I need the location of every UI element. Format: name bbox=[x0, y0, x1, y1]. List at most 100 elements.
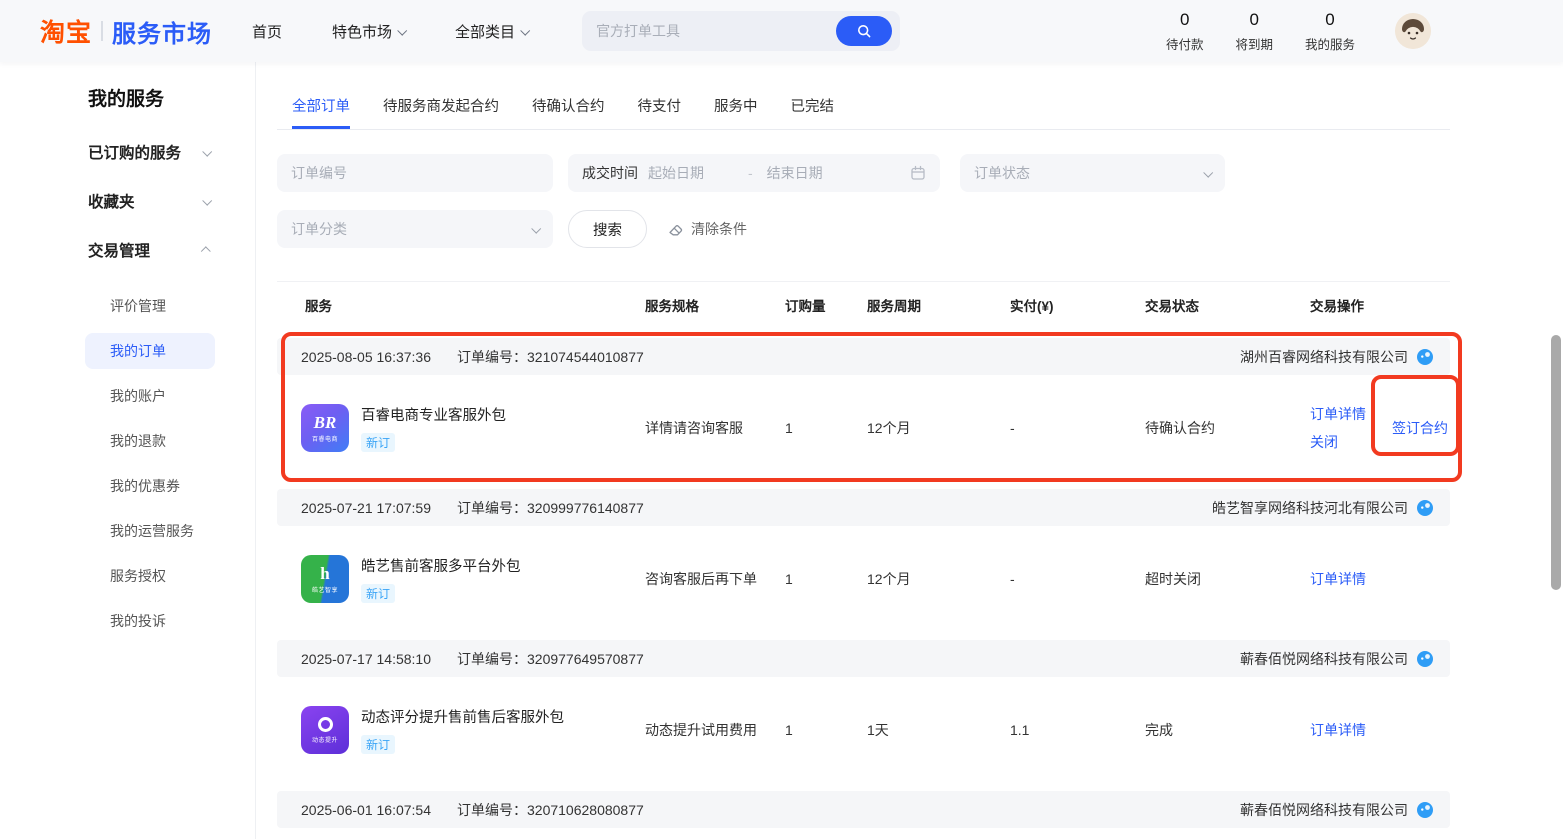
sidebar-item-review-management[interactable]: 评价管理 bbox=[85, 288, 215, 324]
order-group-4: 2025-06-01 16:07:54 订单编号：320710628080877… bbox=[277, 791, 1450, 828]
col-status: 交易状态 bbox=[1145, 295, 1310, 315]
nav-all-categories[interactable]: 全部类目 bbox=[455, 21, 528, 42]
wangwang-chat-icon[interactable] bbox=[1416, 499, 1434, 517]
service-name[interactable]: 皓艺售前客服多平台外包 bbox=[361, 555, 521, 576]
nav-featured-markets[interactable]: 特色市场 bbox=[332, 21, 405, 42]
order-date: 2025-08-05 16:37:36 bbox=[301, 349, 431, 365]
stat-my-services[interactable]: 0 我的服务 bbox=[1305, 10, 1355, 53]
avatar[interactable] bbox=[1395, 13, 1431, 49]
order-quantity: 1 bbox=[785, 722, 867, 738]
close-order-link[interactable]: 关闭 bbox=[1310, 432, 1366, 452]
filter-search-button[interactable]: 搜索 bbox=[568, 210, 647, 248]
order-row: 动态提升 动态评分提升售前售后客服外包 新订 动态提升试用费用 1 1天 1.1… bbox=[277, 677, 1450, 783]
end-date-field[interactable]: 结束日期 bbox=[767, 163, 823, 183]
sidebar-title: 我的服务 bbox=[88, 84, 255, 111]
sidebar-item-my-orders[interactable]: 我的订单 bbox=[85, 333, 215, 369]
sidebar-item-my-operation-services[interactable]: 我的运营服务 bbox=[85, 513, 215, 549]
order-group-2: 2025-07-21 17:07:59 订单编号：320999776140877… bbox=[277, 489, 1450, 632]
order-quantity: 1 bbox=[785, 571, 867, 587]
sidebar-section-favorites[interactable]: 收藏夹 bbox=[88, 190, 210, 212]
order-group-header: 2025-08-05 16:37:36 订单编号：321074544010877… bbox=[277, 338, 1450, 375]
order-number-input[interactable] bbox=[277, 154, 553, 192]
order-status-select[interactable]: 订单状态 bbox=[960, 154, 1225, 192]
search-button[interactable] bbox=[836, 16, 892, 46]
table-header: 服务 服务规格 订购量 服务周期 实付(¥) 交易状态 交易操作 bbox=[277, 281, 1450, 315]
logo-divider bbox=[101, 21, 103, 41]
sidebar-item-my-account[interactable]: 我的账户 bbox=[85, 378, 215, 414]
trade-status: 待确认合约 bbox=[1145, 418, 1310, 438]
col-operations: 交易操作 bbox=[1310, 295, 1450, 315]
service-icon[interactable]: h 皓艺智享 bbox=[301, 555, 349, 603]
stat-expiring[interactable]: 0 将到期 bbox=[1235, 10, 1273, 53]
order-detail-link[interactable]: 订单详情 bbox=[1310, 404, 1366, 424]
search-icon bbox=[856, 23, 872, 39]
tab-awaiting-provider-contract[interactable]: 待服务商发起合约 bbox=[383, 95, 499, 129]
paid-amount: - bbox=[1010, 420, 1145, 436]
search-input[interactable] bbox=[596, 23, 836, 39]
order-no: 321074544010877 bbox=[527, 349, 644, 365]
order-tabs: 全部订单 待服务商发起合约 待确认合约 待支付 服务中 已完结 bbox=[277, 95, 1450, 130]
order-detail-link[interactable]: 订单详情 bbox=[1310, 720, 1366, 740]
order-no: 320710628080877 bbox=[527, 802, 644, 818]
chevron-down-icon bbox=[202, 195, 212, 205]
clear-filters-button[interactable]: 清除条件 bbox=[667, 219, 747, 239]
service-name[interactable]: 动态评分提升售前售后客服外包 bbox=[361, 706, 564, 727]
company-name: 湖州百睿网络科技有限公司 bbox=[1240, 347, 1408, 367]
sidebar-section-trade-management[interactable]: 交易管理 bbox=[88, 239, 210, 261]
trade-status: 完成 bbox=[1145, 720, 1310, 740]
col-spec: 服务规格 bbox=[645, 295, 785, 315]
col-paid: 实付(¥) bbox=[1010, 295, 1145, 315]
order-row: h 皓艺智享 皓艺售前客服多平台外包 新订 咨询客服后再下单 1 12个月 - … bbox=[277, 526, 1450, 632]
tab-completed[interactable]: 已完结 bbox=[791, 95, 835, 129]
top-nav: 首页 特色市场 全部类目 bbox=[252, 21, 528, 42]
col-period: 服务周期 bbox=[867, 295, 1010, 315]
chevron-down-icon bbox=[397, 25, 407, 35]
nav-home[interactable]: 首页 bbox=[252, 21, 282, 42]
order-no-label: 订单编号： bbox=[457, 651, 527, 667]
tab-all-orders[interactable]: 全部订单 bbox=[292, 95, 350, 129]
sidebar-section-purchased-services[interactable]: 已订购的服务 bbox=[88, 141, 210, 163]
sign-contract-link[interactable]: 签订合约 bbox=[1392, 418, 1448, 438]
wangwang-chat-icon[interactable] bbox=[1416, 348, 1434, 366]
order-quantity: 1 bbox=[785, 420, 867, 436]
order-category-select[interactable]: 订单分类 bbox=[277, 210, 553, 248]
service-name[interactable]: 百睿电商专业客服外包 bbox=[361, 404, 506, 425]
order-no: 320977649570877 bbox=[527, 651, 644, 667]
wangwang-chat-icon[interactable] bbox=[1416, 801, 1434, 819]
order-date: 2025-07-21 17:07:59 bbox=[301, 500, 431, 516]
search-box bbox=[582, 11, 900, 51]
start-date-field[interactable]: 起始日期 bbox=[648, 163, 704, 183]
avatar-image bbox=[1395, 13, 1431, 49]
service-period: 12个月 bbox=[867, 418, 1010, 438]
deal-time-range-picker[interactable]: 成交时间 起始日期 - 结束日期 bbox=[568, 154, 940, 192]
tab-awaiting-payment[interactable]: 待支付 bbox=[638, 95, 682, 129]
order-no-label: 订单编号： bbox=[457, 349, 527, 365]
sidebar-item-my-refunds[interactable]: 我的退款 bbox=[85, 423, 215, 459]
calendar-icon bbox=[910, 165, 926, 181]
chevron-down-icon bbox=[520, 25, 530, 35]
top-header: 淘宝 服务市场 首页 特色市场 全部类目 bbox=[0, 0, 1563, 62]
service-spec: 动态提升试用费用 bbox=[645, 720, 785, 740]
service-icon[interactable]: BR 百睿电商 bbox=[301, 404, 349, 452]
eraser-icon bbox=[667, 221, 684, 238]
tab-in-service[interactable]: 服务中 bbox=[714, 95, 758, 129]
ring-glyph bbox=[318, 717, 333, 732]
paid-amount: 1.1 bbox=[1010, 722, 1145, 738]
sidebar-item-my-coupons[interactable]: 我的优惠券 bbox=[85, 468, 215, 504]
order-no-label: 订单编号： bbox=[457, 802, 527, 818]
chevron-down-icon bbox=[202, 146, 212, 156]
col-service: 服务 bbox=[277, 295, 645, 315]
company-name: 蕲春佰悦网络科技有限公司 bbox=[1240, 800, 1408, 820]
sidebar-item-service-authorization[interactable]: 服务授权 bbox=[85, 558, 215, 594]
sidebar-submenu: 评价管理 我的订单 我的账户 我的退款 我的优惠券 我的运营服务 服务授权 我的… bbox=[85, 288, 255, 639]
stat-pending-payment[interactable]: 0 待付款 bbox=[1166, 10, 1204, 53]
chevron-up-icon bbox=[201, 246, 211, 256]
header-stats: 0 待付款 0 将到期 0 我的服务 bbox=[1166, 10, 1355, 53]
service-icon[interactable]: 动态提升 bbox=[301, 706, 349, 754]
tab-awaiting-contract-confirmation[interactable]: 待确认合约 bbox=[532, 95, 605, 129]
sidebar-item-my-complaints[interactable]: 我的投诉 bbox=[85, 603, 215, 639]
wangwang-chat-icon[interactable] bbox=[1416, 650, 1434, 668]
vertical-scrollbar[interactable] bbox=[1551, 335, 1561, 590]
site-logo[interactable]: 淘宝 服务市场 bbox=[40, 13, 212, 49]
order-detail-link[interactable]: 订单详情 bbox=[1310, 569, 1366, 589]
